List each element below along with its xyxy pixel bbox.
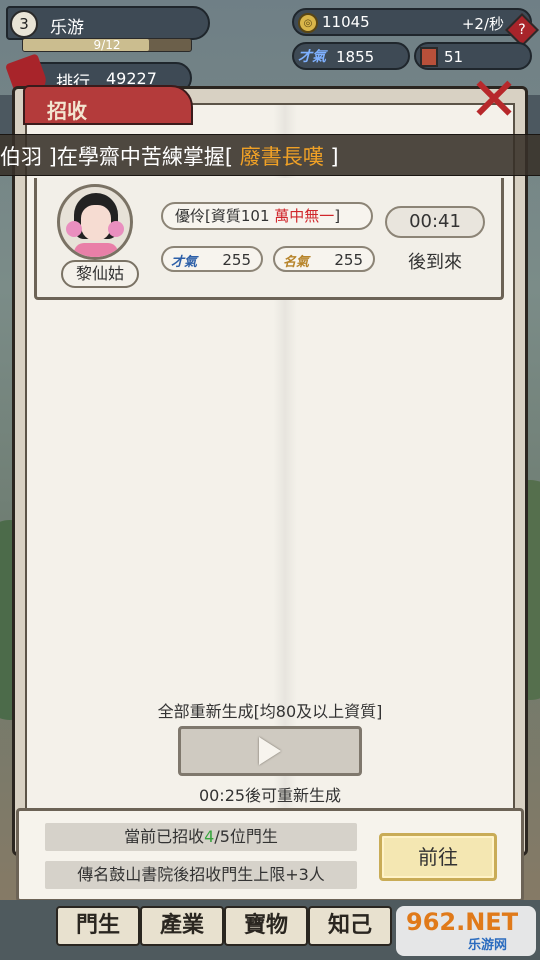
book-value: 51 <box>444 48 464 66</box>
regenerate-play-button[interactable] <box>178 726 362 776</box>
regenerate-title: 全部重新生成[均80及以上資質] <box>157 702 383 721</box>
coin-counter[interactable]: ◎ 11045 +2/秒 ? <box>292 8 539 47</box>
quality-grade: 萬中無一 <box>274 207 335 225</box>
fame-tag-icon: 名氣 <box>283 255 310 270</box>
announcement-text: 伯羽 ]在學齋中苦練掌握[ 廢書長嘆 ] <box>0 145 339 169</box>
play-icon <box>259 737 281 765</box>
nav-tab-treasure[interactable]: 寶物 <box>224 906 308 946</box>
student-card[interactable]: 黎仙姑 優伶[資質101 萬中無一] 才氣 255 名氣 255 00:41 後… <box>34 178 504 300</box>
player-info[interactable]: 3 乐游 <box>6 6 210 40</box>
student-fame-value: 255 <box>334 251 363 269</box>
recruited-count-row: 當前已招收4/5位門生 <box>45 823 357 851</box>
recruit-limit-tip: 傳名鼓山書院後招收門生上限+3人 <box>45 861 357 889</box>
talent-counter[interactable]: 才氣 1855 <box>292 42 410 70</box>
coin-icon: ◎ <box>298 13 318 33</box>
student-avatar[interactable] <box>57 184 133 260</box>
recruit-info-box: 當前已招收4/5位門生 傳名鼓山書院後招收門生上限+3人 前往 <box>16 808 524 902</box>
arrival-status: 後到來 <box>408 252 462 273</box>
talent-tag-icon: 才氣 <box>298 49 326 65</box>
student-talent-stat: 才氣 255 <box>161 246 263 272</box>
goto-button[interactable]: 前往 <box>379 833 497 881</box>
nav-tab-confidant[interactable]: 知己 <box>308 906 392 946</box>
arrival-timer: 00:41 <box>385 206 485 238</box>
student-talent-value: 255 <box>222 251 251 269</box>
xp-progress-bar: 9/12 <box>22 38 192 52</box>
watermark-sub: 乐游网 <box>468 938 508 953</box>
regenerate-timer: 00:25後可重新生成 <box>198 786 342 805</box>
close-button[interactable]: ✕ <box>467 70 521 130</box>
recruit-tab-title: 招收 <box>23 85 193 125</box>
nav-tab-students[interactable]: 門生 <box>56 906 140 946</box>
nav-tab-industry[interactable]: 產業 <box>140 906 224 946</box>
recruited-count: 4 <box>204 827 215 846</box>
student-name: 黎仙姑 <box>61 260 139 288</box>
xp-progress-text: 9/12 <box>93 38 121 52</box>
watermark-main: 962.NET <box>406 908 519 936</box>
player-name: 乐游 <box>50 18 84 38</box>
student-quality: 優伶[資質101 萬中無一] <box>161 202 373 230</box>
site-watermark: 962.NET 乐游网 <box>396 906 536 956</box>
talent-tag-icon: 才氣 <box>171 255 198 270</box>
coin-rate: +2/秒 <box>461 15 504 33</box>
player-level-badge: 3 <box>10 10 38 38</box>
announcement-highlight: 廢書長嘆 <box>239 145 324 169</box>
student-fame-stat: 名氣 255 <box>273 246 375 272</box>
announcement-banner: 伯羽 ]在學齋中苦練掌握[ 廢書長嘆 ] <box>0 134 540 176</box>
talent-value: 1855 <box>336 48 375 66</box>
coin-value: 11045 <box>322 13 370 31</box>
book-icon <box>420 47 438 67</box>
